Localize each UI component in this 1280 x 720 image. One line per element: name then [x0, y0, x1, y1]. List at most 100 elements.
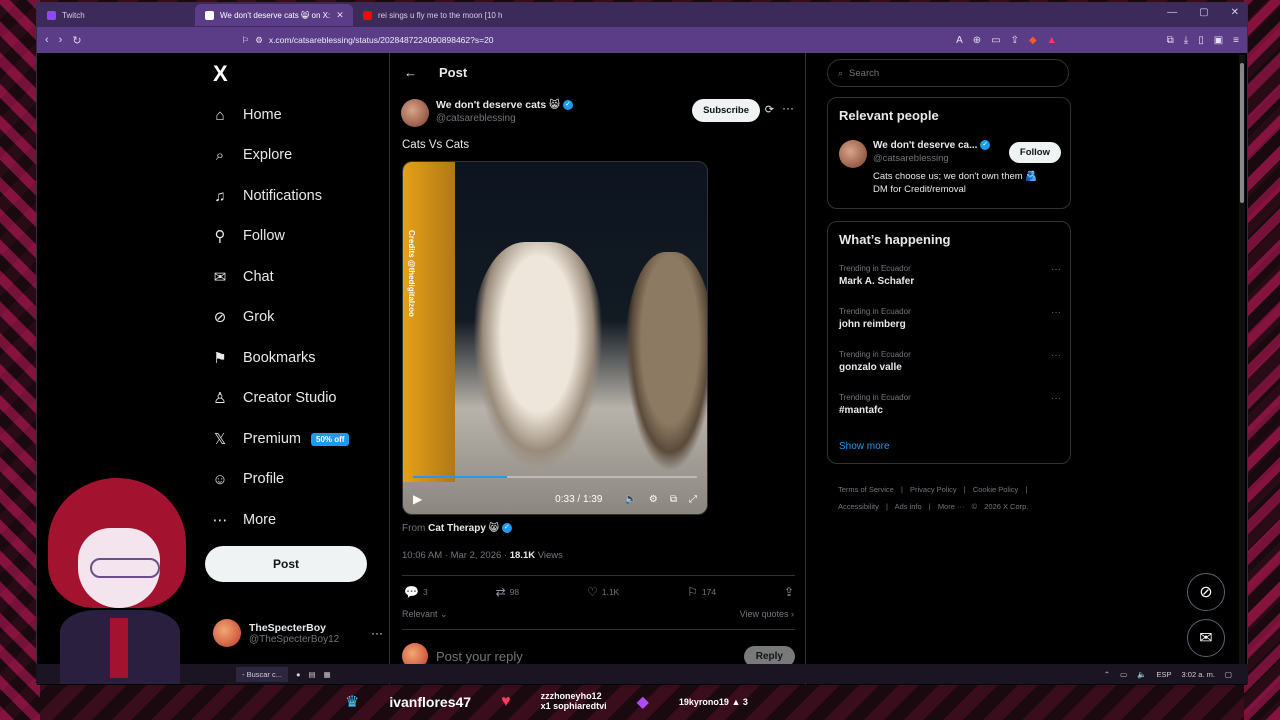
page-scrollbar[interactable]	[1239, 55, 1245, 671]
nav-label: Creator Studio	[243, 390, 337, 406]
relevant-person[interactable]: We don't deserve ca... ✓ @catsareblessin…	[839, 140, 1061, 197]
nav-more[interactable]: ⋯ More	[211, 508, 277, 532]
sidebar-icon[interactable]: ▯	[1198, 35, 1204, 46]
close-window-icon[interactable]: ✕	[1231, 7, 1239, 18]
trend-more-icon[interactable]: ···	[1051, 307, 1061, 318]
share-icon[interactable]: ⇪	[1011, 35, 1019, 46]
nav-premium[interactable]: 𝕏 Premium 50% off	[211, 427, 350, 451]
forward-icon[interactable]: ›	[59, 34, 63, 46]
grok-float-button[interactable]: ⊘	[1187, 573, 1225, 611]
footer-link[interactable]: Ads info	[895, 502, 922, 511]
download-icon[interactable]: ⤓	[1184, 35, 1188, 46]
video-player[interactable]: Credits @thedigitalzoo ▶ 0:33 / 1:39 🔈 ⚙…	[402, 161, 708, 515]
bookmark-page-icon[interactable]: ⚐	[242, 35, 250, 46]
maximize-icon[interactable]: ▢	[1199, 7, 1208, 18]
trend-item[interactable]: Trending in Ecuador #mantafc ···	[839, 393, 1061, 416]
share-action[interactable]: ⇪	[784, 585, 794, 599]
play-icon[interactable]: ▶	[413, 492, 422, 506]
author-name-row[interactable]: We don't deserve cats 😸 ✓	[436, 99, 574, 111]
tab-x-post[interactable]: We don't deserve cats 😸 on X: ✕	[195, 4, 353, 26]
shield-icon[interactable]: ◆	[1029, 35, 1037, 46]
clock[interactable]: 3:02 a. m.	[1182, 670, 1215, 679]
notification-icon[interactable]: ▢	[1225, 670, 1232, 679]
home-icon: ⌂	[215, 106, 225, 124]
back-arrow-icon[interactable]: ←	[404, 65, 417, 80]
post-more-icon[interactable]: ···	[782, 101, 794, 115]
extensions-icon[interactable]: ⧉	[1167, 35, 1174, 46]
address-bar[interactable]: ⚐ ⚙ x.com/catsareblessing/status/2028487…	[242, 35, 947, 46]
pip-icon[interactable]: ⧉	[670, 494, 677, 505]
discord-icon[interactable]: ●	[296, 670, 301, 679]
like-action[interactable]: ♡ 1.1K	[587, 585, 619, 599]
nav-grok[interactable]: ⊘ Grok	[211, 305, 275, 329]
translate-icon[interactable]: A	[956, 35, 963, 46]
footer-link[interactable]: More ···	[938, 502, 965, 511]
post-button[interactable]: Post	[205, 546, 367, 582]
grok-explain-icon[interactable]: ⟳	[765, 103, 774, 116]
settings-icon[interactable]: ⚙	[649, 494, 658, 505]
nav-explore[interactable]: ⌕ Explore	[211, 143, 292, 167]
account-more-icon[interactable]: ···	[371, 626, 383, 640]
footer-link[interactable]: Accessibility	[838, 502, 879, 511]
network-icon[interactable]: ▭	[1120, 670, 1127, 679]
language-indicator[interactable]: ESP	[1157, 670, 1172, 679]
taskbar-search-item[interactable]: - Buscar c...	[236, 666, 289, 682]
youtube-icon	[363, 10, 372, 20]
minimize-icon[interactable]: —	[1167, 7, 1177, 18]
search-input[interactable]	[849, 67, 1050, 79]
nav-home[interactable]: ⌂ Home	[211, 103, 281, 127]
nav-creator-studio[interactable]: ♙ Creator Studio	[211, 386, 337, 410]
trend-more-icon[interactable]: ···	[1051, 350, 1061, 361]
scroll-thumb[interactable]	[1240, 63, 1244, 203]
trend-more-icon[interactable]: ···	[1051, 393, 1061, 404]
nav-profile[interactable]: ☺ Profile	[211, 467, 284, 491]
reload-icon[interactable]: ↻	[72, 34, 81, 47]
repost-action[interactable]: ⇄ 98	[496, 585, 520, 599]
back-icon[interactable]: ‹	[45, 34, 49, 46]
footer-link[interactable]: Cookie Policy	[973, 485, 1018, 494]
post-timestamp[interactable]: 10:06 AM · Mar 2, 2026 ·	[402, 550, 507, 561]
video-progress-bar[interactable]	[413, 476, 697, 478]
menu-icon[interactable]: ≡	[1233, 35, 1239, 46]
site-info-icon[interactable]: ⚙	[255, 35, 263, 46]
nav-notifications[interactable]: ♫ Notifications	[211, 184, 322, 208]
footer-link[interactable]: Privacy Policy	[910, 485, 957, 494]
show-more-link[interactable]: Show more	[839, 441, 890, 452]
tab-twitch[interactable]: Twitch	[37, 4, 195, 26]
zoom-icon[interactable]: ⊕	[973, 35, 981, 46]
bookmark-action[interactable]: ⚐ 174	[687, 585, 716, 599]
x-logo[interactable]: X	[213, 61, 228, 87]
trend-item[interactable]: Trending in Ecuador gonzalo valle ···	[839, 350, 1061, 373]
messages-float-button[interactable]: ✉	[1187, 619, 1225, 657]
nav-follow[interactable]: ⚲ Follow	[211, 224, 285, 248]
footer-link[interactable]: Terms of Service	[838, 485, 894, 494]
search-box[interactable]: ⌕	[827, 59, 1069, 87]
rewards-icon[interactable]: ▲	[1047, 35, 1057, 46]
author-avatar[interactable]	[401, 99, 429, 127]
from-account[interactable]: Cat Therapy 😸	[428, 523, 499, 534]
reply-input[interactable]	[436, 648, 736, 664]
volume-icon[interactable]: 🔈	[1137, 670, 1146, 679]
view-quotes-link[interactable]: View quotes ›	[740, 609, 794, 620]
close-icon[interactable]: ✕	[336, 10, 344, 21]
account-switcher[interactable]: TheSpecterBoy @TheSpecterBoy12 ···	[213, 619, 383, 647]
trend-item[interactable]: Trending in Ecuador Mark A. Schafer ···	[839, 264, 1061, 287]
wallet-icon[interactable]: ▣	[1214, 35, 1223, 46]
tray-up-icon[interactable]: ⌃	[1104, 670, 1110, 679]
nav-bookmarks[interactable]: ⚑ Bookmarks	[211, 346, 315, 370]
relevant-sort[interactable]: Relevant ⌄	[402, 609, 448, 620]
subscribe-button[interactable]: Subscribe	[692, 99, 760, 122]
trend-item[interactable]: Trending in Ecuador john reimberg ···	[839, 307, 1061, 330]
app-icon[interactable]: ▦	[324, 670, 331, 679]
follow-button[interactable]: Follow	[1008, 142, 1061, 163]
fullscreen-icon[interactable]: ⤢	[689, 494, 697, 505]
verified-icon: ✓	[501, 523, 512, 534]
nav-chat[interactable]: ✉ Chat	[211, 265, 274, 289]
trend-more-icon[interactable]: ···	[1051, 264, 1061, 275]
folder-icon[interactable]: ▤	[309, 670, 316, 679]
reply-action[interactable]: 💬 3	[404, 585, 428, 599]
cast-icon[interactable]: ▭	[991, 35, 1000, 46]
tab-youtube[interactable]: rei sings u fly me to the moon [10 h	[353, 4, 511, 26]
volume-icon[interactable]: 🔈	[624, 494, 636, 505]
author-handle[interactable]: @catsareblessing	[436, 113, 573, 124]
